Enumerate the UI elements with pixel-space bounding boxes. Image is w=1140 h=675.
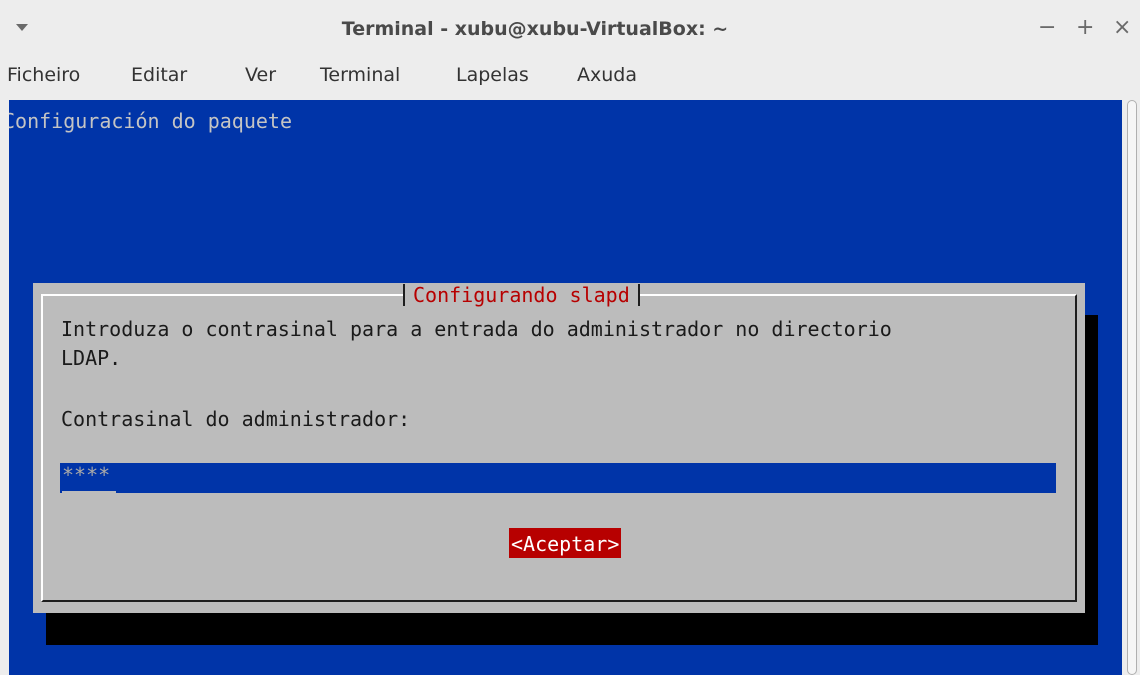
dialog-message-line-1: Introduza o contrasinal para a entrada d… <box>61 317 892 341</box>
package-config-header: Configuración do paquete <box>9 109 292 133</box>
menu-bar: Ficheiro Editar Ver Terminal Lapelas Axu… <box>0 62 1140 98</box>
menu-lapelas[interactable]: Lapelas <box>456 64 529 86</box>
dialog-message-line-2: LDAP. <box>61 346 122 370</box>
menu-terminal[interactable]: Terminal <box>320 64 400 86</box>
scrollbar-thumb[interactable] <box>1127 100 1137 675</box>
menu-ver[interactable]: Ver <box>245 64 276 86</box>
text-cursor <box>62 487 116 493</box>
dialog-title: Configurando slapd <box>403 284 640 306</box>
slapd-config-dialog: Configurando slapd Introduza o contrasin… <box>33 283 1085 613</box>
terminal-scrollbar[interactable] <box>1124 100 1140 675</box>
title-bar[interactable]: Terminal - xubu@xubu-VirtualBox: ~ − + × <box>0 0 1140 62</box>
accept-button[interactable]: <Aceptar> <box>509 528 622 558</box>
menu-ficheiro[interactable]: Ficheiro <box>7 64 80 86</box>
password-value: **** <box>62 463 111 487</box>
minimize-icon[interactable]: − <box>1038 16 1056 40</box>
password-input[interactable]: **** <box>60 463 1056 493</box>
terminal-screen[interactable]: Configuración do paquete Configurando sl… <box>9 100 1122 675</box>
terminal-window: Terminal - xubu@xubu-VirtualBox: ~ − + ×… <box>0 0 1140 675</box>
menu-axuda[interactable]: Axuda <box>577 64 637 86</box>
close-icon[interactable]: × <box>1113 16 1131 40</box>
maximize-icon[interactable]: + <box>1076 16 1094 40</box>
password-field-label: Contrasinal do administrador: <box>61 407 411 431</box>
window-title: Terminal - xubu@xubu-VirtualBox: ~ <box>341 18 729 40</box>
menu-editar[interactable]: Editar <box>131 64 187 86</box>
